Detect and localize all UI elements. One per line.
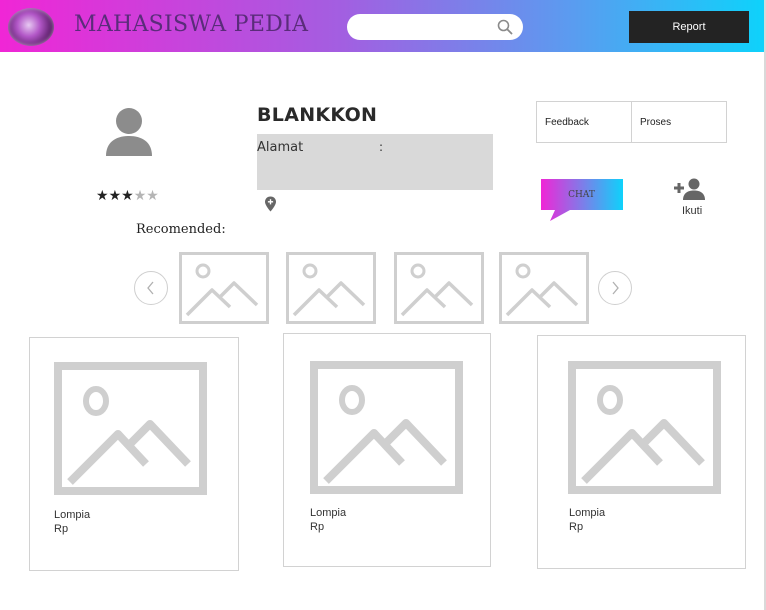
- product-image-placeholder: [54, 362, 207, 495]
- carousel-prev-button[interactable]: [134, 271, 168, 305]
- top-header-bar: MAHASISWA PEDIA Report: [0, 0, 764, 52]
- add-user-icon: [674, 178, 705, 200]
- star-filled-icon: ★: [96, 188, 109, 204]
- recommended-item-thumbnail[interactable]: [394, 252, 484, 324]
- chevron-right-icon: [612, 281, 619, 295]
- carousel-next-button[interactable]: [598, 271, 632, 305]
- shop-name: BLANKKON: [257, 104, 378, 126]
- image-placeholder-icon: [505, 263, 579, 317]
- chat-label: CHAT: [568, 189, 595, 200]
- search-icon[interactable]: [497, 19, 513, 35]
- image-placeholder-icon: [323, 385, 447, 484]
- search-input[interactable]: [347, 14, 523, 40]
- location-pin-icon[interactable]: [264, 196, 277, 212]
- product-price: Rp: [569, 521, 584, 533]
- product-name: Lompia: [569, 507, 606, 519]
- chevron-left-icon: [147, 281, 154, 295]
- recommended-heading: Recomended:: [136, 222, 226, 237]
- app-logo[interactable]: [8, 8, 54, 46]
- star-filled-icon: ★: [121, 188, 134, 204]
- product-name: Lompia: [310, 507, 347, 519]
- product-image-placeholder: [310, 361, 463, 494]
- product-card[interactable]: Lompia Rp: [283, 333, 491, 567]
- brand-title: MAHASISWA PEDIA: [74, 12, 309, 37]
- product-name: Lompia: [54, 509, 91, 521]
- star-filled-icon: ★: [108, 188, 122, 204]
- product-card[interactable]: Lompia Rp: [29, 337, 239, 571]
- star-empty-icon: ★: [146, 188, 159, 204]
- follow-label: Ikuti: [682, 205, 703, 217]
- product-image-placeholder: [568, 361, 721, 494]
- recommended-item-thumbnail[interactable]: [286, 252, 376, 324]
- address-label: Alamat: [257, 140, 304, 155]
- follow-button[interactable]: Ikuti: [672, 176, 716, 220]
- chat-button[interactable]: CHAT: [540, 179, 624, 223]
- address-colon: :: [379, 140, 384, 154]
- feedback-button[interactable]: Feedback: [537, 102, 631, 142]
- image-placeholder-icon: [400, 263, 474, 317]
- recommended-item-thumbnail[interactable]: [499, 252, 589, 324]
- image-placeholder-icon: [581, 385, 705, 484]
- user-avatar-icon: [106, 108, 152, 156]
- product-price: Rp: [310, 521, 325, 533]
- address-box: Alamat :: [257, 134, 493, 190]
- proses-button[interactable]: Proses: [631, 102, 726, 142]
- feedback-proses-box: Feedback Proses: [536, 101, 727, 143]
- image-placeholder-icon: [292, 263, 366, 317]
- report-button[interactable]: Report: [629, 11, 749, 43]
- image-placeholder-icon: [185, 263, 259, 317]
- product-card[interactable]: Lompia Rp: [537, 335, 746, 569]
- recommended-item-thumbnail[interactable]: [179, 252, 269, 324]
- star-empty-icon: ★: [133, 188, 147, 204]
- product-price: Rp: [54, 523, 69, 535]
- rating-stars: ★★★★★: [96, 188, 159, 204]
- image-placeholder-icon: [67, 386, 191, 485]
